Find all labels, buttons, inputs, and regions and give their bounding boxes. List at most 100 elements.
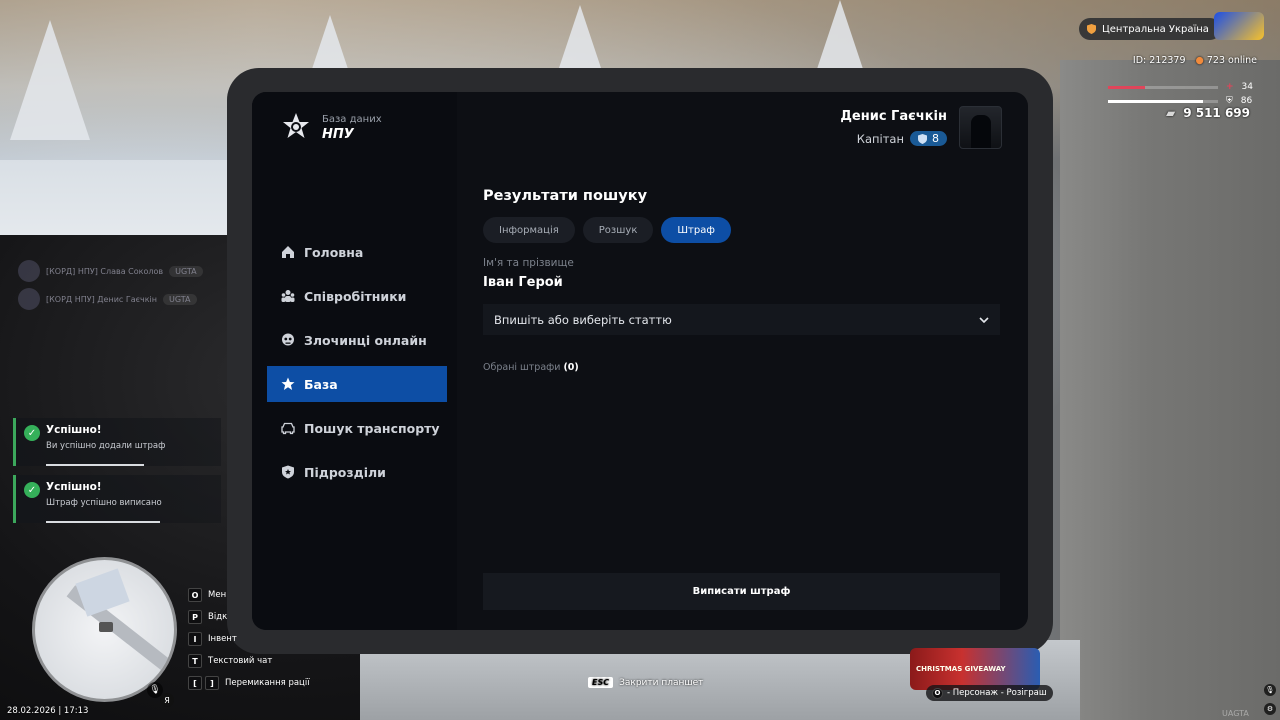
success-notification: ✓ Успішно! Штраф успішно виписано <box>13 475 221 523</box>
notification-text: Ви успішно додали штраф <box>46 441 166 451</box>
shield-star-icon <box>281 465 295 479</box>
keybind-label: Текстовий чат <box>208 656 273 666</box>
car-icon <box>281 421 295 435</box>
key-cap: P <box>188 610 202 624</box>
sidebar-item-label: Співробітники <box>304 288 407 304</box>
online-count: ● 723 online <box>1195 55 1257 66</box>
sidebar-item-criminals[interactable]: Злочинці онлайн <box>267 322 447 358</box>
keybind-row: I Інвент <box>188 632 310 646</box>
key-cap: T <box>188 654 202 668</box>
giveaway-caption: O - Персонаж - Розіграш <box>926 685 1053 701</box>
tab-bar: Інформація Розшук Штраф <box>483 217 1000 243</box>
key-cap: ESC <box>588 677 614 688</box>
sidebar-item-label: Підрозділи <box>304 464 386 480</box>
armor-value: 86 <box>1240 96 1253 106</box>
keybind-label: Мен <box>208 590 227 600</box>
key-cap: I <box>188 632 202 646</box>
people-icon <box>281 289 295 303</box>
voice-key: Я <box>160 693 174 707</box>
keybind-row: O Мен <box>188 588 310 602</box>
sidebar-item-label: Злочинці онлайн <box>304 332 427 348</box>
minimap <box>32 557 177 702</box>
chat-name: [КОРД] НПУ] Слава Соколов <box>46 266 164 276</box>
cash-icon: ▰ <box>1165 106 1176 120</box>
list-item: [КОРД НПУ] Денис Гаєчкін UGTA <box>18 288 203 310</box>
tablet-screen: База даних НПУ Головна Співробітники Зло… <box>252 92 1028 630</box>
health-value: 34 <box>1241 82 1253 92</box>
sidebar-item-employees[interactable]: Співробітники <box>267 278 447 314</box>
shield-icon <box>918 133 927 144</box>
chevron-down-icon <box>979 316 989 323</box>
rank-badge: 8 <box>910 131 947 146</box>
key-cap: ] <box>205 676 219 690</box>
sidebar-item-vehicle-search[interactable]: Пошук транспорту <box>267 410 447 446</box>
money-value: 9 511 699 <box>1183 106 1250 120</box>
police-star-icon <box>283 113 309 138</box>
chosen-fines-label: Обрані штрафи <box>483 362 561 373</box>
keybind-label: Перемикання рації <box>225 678 310 688</box>
key-cap: O <box>932 687 943 699</box>
sidebar-item-divisions[interactable]: Підрозділи <box>267 454 447 490</box>
status-bars: + 34 ⛨ 86 <box>1108 80 1258 108</box>
sidebar-item-label: Головна <box>304 244 364 260</box>
brand-subtitle: База даних <box>322 114 382 125</box>
notification-progress <box>46 464 144 466</box>
background-pillar <box>1060 60 1280 720</box>
article-select-placeholder: Впишіть або виберіть статтю <box>494 312 672 327</box>
health-row: + 34 <box>1108 80 1258 94</box>
health-plus-icon: + <box>1226 82 1234 92</box>
chosen-fines-count: (0) <box>563 362 579 373</box>
health-bar <box>1108 85 1146 89</box>
region-name: Центральна Україна <box>1102 23 1209 35</box>
key-cap: [ <box>188 676 202 690</box>
keybind-row: T Текстовий чат <box>188 654 310 668</box>
article-select[interactable]: Впишіть або виберіть статтю <box>483 304 1000 335</box>
tab-fine[interactable]: Штраф <box>661 217 731 243</box>
search-results-panel: Результати пошуку Інформація Розшук Штра… <box>483 188 1000 373</box>
player-id-line: ID: 212379 ● 723 online <box>1133 55 1257 66</box>
sidebar-item-base[interactable]: База <box>267 366 447 402</box>
region-shield-icon <box>1087 24 1096 34</box>
giveaway-banner[interactable]: CHRISTMAS GIVEAWAY <box>910 648 1040 690</box>
online-dot-icon: ● <box>1195 55 1204 66</box>
armor-bar <box>1108 99 1203 103</box>
armor-shield-icon: ⛨ <box>1226 96 1233 106</box>
check-icon: ✓ <box>24 425 40 441</box>
keybind-label: Інвент <box>208 634 237 644</box>
tab-info[interactable]: Інформація <box>483 217 575 243</box>
user-rank: Капітан <box>856 131 904 146</box>
player-marker-icon <box>99 622 113 632</box>
chosen-fines: Обрані штрафи (0) <box>483 362 1000 373</box>
server-logo <box>1214 12 1264 40</box>
chat-name: [КОРД НПУ] Денис Гаєчкін <box>46 294 158 304</box>
issue-fine-button[interactable]: Виписати штраф <box>483 573 1000 610</box>
chat-badge: UGTA <box>169 265 203 277</box>
settings-icon: ⚙ <box>1264 703 1276 715</box>
home-icon <box>281 245 295 259</box>
close-tablet-hint: ESC Закрити планшет <box>588 677 703 688</box>
background-tree <box>10 20 90 140</box>
key-cap: O <box>188 588 202 602</box>
notification-title: Успішно! <box>46 424 102 436</box>
notification-title: Успішно! <box>46 481 102 493</box>
avatar <box>18 260 40 282</box>
sidebar-item-home[interactable]: Головна <box>267 234 447 270</box>
sidebar-item-label: Пошук транспорту <box>304 420 440 436</box>
region-badge: Центральна Україна <box>1079 18 1221 40</box>
microphone-icon: 🎙 <box>1264 684 1276 696</box>
list-item: [КОРД] НПУ] Слава Соколов UGTA <box>18 260 203 282</box>
chat-badge: UGTA <box>163 293 197 305</box>
giveaway-caption-text: - Персонаж - Розіграш <box>947 688 1047 698</box>
sidebar-item-label: База <box>304 376 338 392</box>
datetime: 28.02.2026 | 17:13 <box>7 706 89 716</box>
keybind-row: P Відк <box>188 610 310 624</box>
notification-text: Штраф успішно виписано <box>46 498 162 508</box>
tab-wanted[interactable]: Розшук <box>582 217 654 243</box>
money: ▰ 9 511 699 <box>1166 106 1250 120</box>
page-title: Результати пошуку <box>483 188 648 204</box>
player-id: ID: 212379 <box>1132 55 1186 66</box>
avatar <box>18 288 40 310</box>
name-label: Ім'я та прізвище <box>483 257 574 269</box>
close-tablet-label: Закрити планшет <box>619 677 704 688</box>
user-name: Денис Гаєчкін <box>840 109 947 124</box>
